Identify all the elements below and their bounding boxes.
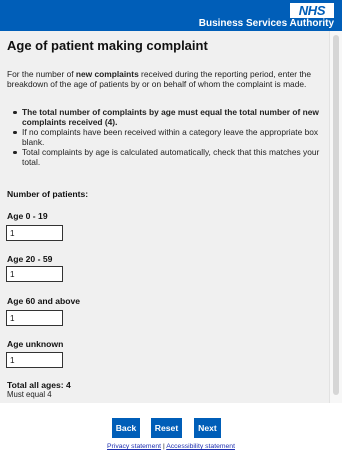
age-unknown-label: Age unknown <box>7 339 64 349</box>
page-title: Age of patient making complaint <box>7 38 208 53</box>
reset-button[interactable]: Reset <box>151 418 182 438</box>
scrollbar-thumb[interactable] <box>333 35 339 395</box>
site-header: NHS Business Services Authority <box>0 0 342 31</box>
rules-list: The total number of complaints by age mu… <box>10 107 322 167</box>
intro-text: For the number of new complaints receive… <box>7 69 325 89</box>
org-name: Business Services Authority <box>198 18 334 29</box>
vertical-scrollbar[interactable] <box>329 31 342 403</box>
intro-text-start: For the number of <box>7 69 76 79</box>
intro-text-emphasis: new complaints <box>75 69 139 79</box>
rule-item-auto: Total complaints by age is calculated au… <box>10 147 322 167</box>
footer-links: Privacy statement | Accessibility statem… <box>0 443 342 450</box>
age-0-19-input[interactable] <box>6 225 63 241</box>
must-equal-note: Must equal 4 <box>7 390 52 399</box>
age-20-59-label: Age 20 - 59 <box>7 254 53 264</box>
rule-item-blank: If no complaints have been received with… <box>10 127 322 147</box>
footer-separator: | <box>162 443 165 450</box>
age-60-above-input[interactable] <box>6 310 63 326</box>
total-all-ages: Total all ages: 4 <box>7 380 71 390</box>
next-button[interactable]: Next <box>194 418 221 438</box>
rule-item-total: The total number of complaints by age mu… <box>10 107 322 127</box>
age-20-59-input[interactable] <box>6 266 63 282</box>
back-button[interactable]: Back <box>112 418 140 438</box>
age-0-19-label: Age 0 - 19 <box>7 211 48 221</box>
number-of-patients-label: Number of patients: <box>7 189 89 199</box>
age-60-above-label: Age 60 and above <box>7 296 81 306</box>
age-unknown-input[interactable] <box>6 352 63 368</box>
accessibility-statement-link[interactable]: Accessibility statement <box>166 443 235 450</box>
nhs-logo: NHS <box>290 3 334 18</box>
privacy-statement-link[interactable]: Privacy statement <box>107 443 161 450</box>
